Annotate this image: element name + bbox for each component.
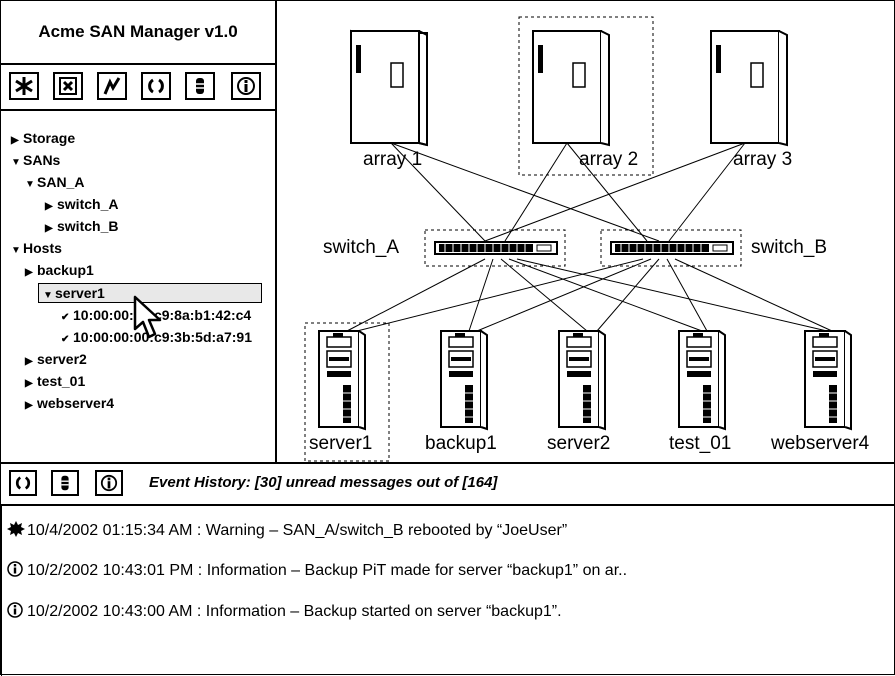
app-window: Acme SAN Manager v1.0 ▶ Storage ▼ SANs ▼… [0,0,895,676]
navigation-panel: Acme SAN Manager v1.0 ▶ Storage ▼ SANs ▼… [1,1,277,462]
switch-b[interactable] [600,229,742,267]
event-panel: Event History: [30] unread messages out … [1,462,894,676]
warning-burst-icon [7,521,25,537]
collapse-arrow-icon: ▼ [43,290,53,301]
refresh-button[interactable] [141,72,171,100]
expand-arrow-icon: ▶ [45,223,53,234]
close-box-icon [59,77,77,95]
info-icon [7,602,23,618]
event-message-1[interactable]: 10/4/2002 01:15:34 AM : Warning – SAN_A/… [7,521,567,540]
refresh-icon [15,476,31,490]
host-webserver4-label: webserver4 [771,433,870,454]
topology-canvas [304,16,852,462]
asterisk-icon [15,77,33,95]
expand-arrow-icon: ▶ [25,378,33,389]
topology-diagram: array 1 array 2 array 3 switch_A switch_… [277,1,894,462]
expand-arrow-icon: ▶ [25,356,33,367]
info-icon [7,561,23,577]
expand-arrow-icon: ▶ [25,267,33,278]
refresh-icon [148,78,164,94]
lightning-icon [103,77,121,95]
check-icon: ✔ [61,334,70,345]
expand-arrow-icon: ▶ [45,201,53,212]
host-test-01-label: test_01 [669,433,732,454]
app-title: Acme SAN Manager v1.0 [38,22,238,41]
host-server2[interactable] [558,330,606,431]
tree-item-test-01[interactable]: ▶ test_01 [25,372,85,390]
tree-item-backup1[interactable]: ▶ backup1 [25,261,94,279]
info-icon [237,77,255,95]
check-icon: ✔ [61,312,70,323]
close-button[interactable] [53,72,83,100]
switch-a-label: switch_A [323,237,400,258]
tree-item-webserver4[interactable]: ▶ webserver4 [25,394,114,412]
tree-item-switch-a[interactable]: ▶ switch_A [45,195,118,213]
mouse-pointer-icon [133,295,162,339]
database-button[interactable] [185,72,215,100]
array-2-label: array 2 [579,149,639,170]
host-webserver4[interactable] [804,330,852,431]
event-message-2[interactable]: 10/2/2002 10:43:01 PM : Information – Ba… [7,561,627,580]
host-server2-label: server2 [547,433,611,454]
host-test-01[interactable] [678,330,726,431]
event-database-button[interactable] [51,470,79,496]
event-toolbar: Event History: [30] unread messages out … [1,464,894,506]
array-1-label: array 1 [363,149,423,170]
array-3[interactable] [710,30,788,147]
tree-item-storage[interactable]: ▶ Storage [11,129,75,147]
array-2[interactable] [532,30,610,147]
array-1[interactable] [350,29,428,147]
database-icon [196,78,204,94]
collapse-arrow-icon: ▼ [11,245,21,256]
panel-left-border [1,504,2,676]
connect-button[interactable] [97,72,127,100]
event-info-button[interactable] [95,470,123,496]
main-toolbar [1,63,275,111]
tree-item-switch-b[interactable]: ▶ switch_B [45,217,118,235]
asterisk-button[interactable] [9,72,39,100]
collapse-arrow-icon: ▼ [25,179,35,190]
host-backup1-label: backup1 [425,433,497,454]
switch-a[interactable] [424,229,566,267]
collapse-arrow-icon: ▼ [11,157,21,168]
switch-b-label: switch_B [751,237,828,258]
tree-item-hosts[interactable]: ▼ Hosts [11,239,62,257]
host-backup1[interactable] [440,330,488,431]
database-icon [61,475,69,491]
host-server1[interactable] [318,330,366,431]
info-icon [100,474,118,492]
array-3-label: array 3 [733,149,793,170]
info-button[interactable] [231,72,261,100]
event-message-3[interactable]: 10/2/2002 10:43:00 AM : Information – Ba… [7,602,562,621]
expand-arrow-icon: ▶ [11,135,19,146]
host-server1-label: server1 [309,433,373,454]
tree-item-server2[interactable]: ▶ server2 [25,350,87,368]
tree-item-san-a[interactable]: ▼ SAN_A [25,173,84,191]
expand-arrow-icon: ▶ [25,400,33,411]
event-history-header: Event History: [30] unread messages out … [149,474,498,491]
event-refresh-button[interactable] [9,470,37,496]
tree-item-sans[interactable]: ▼ SANs [11,151,60,169]
